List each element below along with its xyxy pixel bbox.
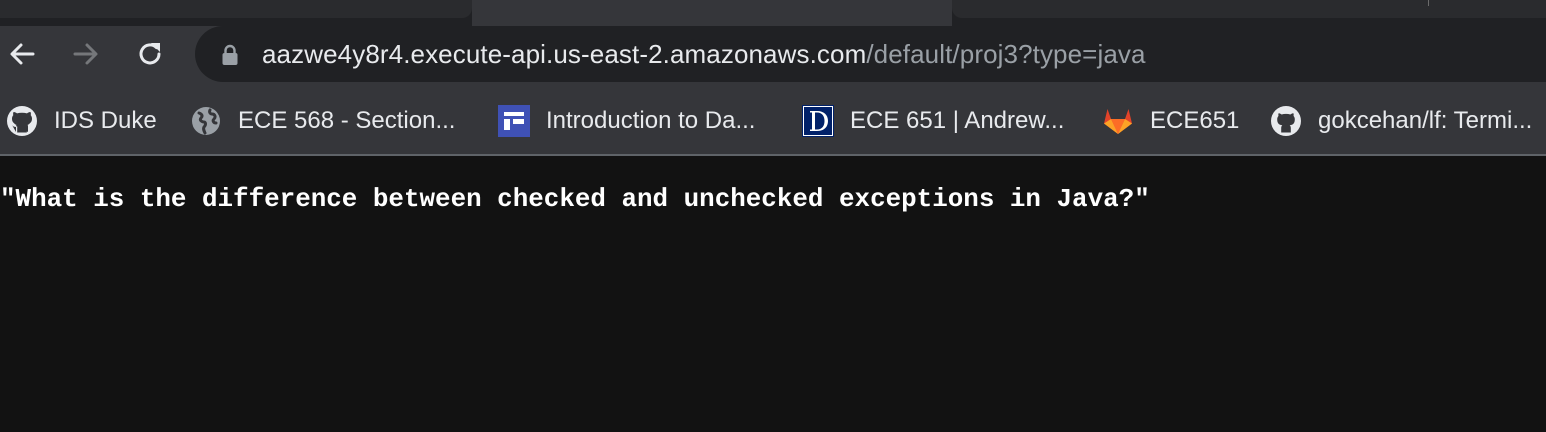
blue-page-icon bbox=[498, 105, 530, 137]
bookmark-label: ECE 651 | Andrew... bbox=[850, 107, 1065, 134]
back-button[interactable] bbox=[2, 34, 42, 74]
bookmark-ece-568[interactable]: ECE 568 - Section... bbox=[190, 104, 455, 138]
bookmark-label: gokcehan/lf: Termi... bbox=[1318, 107, 1533, 134]
tab-right[interactable] bbox=[952, 0, 1546, 18]
bookmark-label: Introduction to Da... bbox=[546, 107, 756, 134]
address-bar[interactable]: aazwe4y8r4.execute-api.us-east-2.amazona… bbox=[195, 26, 1546, 82]
bookmarks-bar: IDS Duke ECE 568 - Section... Introducti… bbox=[0, 84, 1546, 156]
toolbar: aazwe4y8r4.execute-api.us-east-2.amazona… bbox=[0, 26, 1546, 84]
arrow-left-icon bbox=[10, 43, 35, 65]
response-text: "What is the difference between checked … bbox=[0, 184, 1150, 214]
tab-active[interactable] bbox=[472, 0, 952, 26]
bookmark-introduction-to-da[interactable]: Introduction to Da... bbox=[498, 104, 755, 138]
bookmark-label: ECE 568 - Section... bbox=[238, 107, 456, 134]
github-icon bbox=[1270, 105, 1302, 137]
tab-divider bbox=[1428, 0, 1429, 6]
globe-icon bbox=[190, 105, 222, 137]
bookmark-gokcehan-lf[interactable]: gokcehan/lf: Termi... bbox=[1270, 104, 1532, 138]
gitlab-icon bbox=[1102, 105, 1134, 137]
bookmark-label: IDS Duke bbox=[54, 107, 157, 134]
url-path: /default/proj3?type=java bbox=[866, 39, 1146, 69]
reload-button[interactable] bbox=[130, 34, 170, 74]
reload-icon bbox=[139, 43, 161, 65]
duke-d-icon bbox=[802, 105, 834, 137]
url-host: aazwe4y8r4.execute-api.us-east-2.amazona… bbox=[262, 39, 867, 69]
bookmark-ece-651-andrew[interactable]: ECE 651 | Andrew... bbox=[802, 104, 1064, 138]
browser-window: aazwe4y8r4.execute-api.us-east-2.amazona… bbox=[0, 0, 1546, 432]
lock-icon[interactable] bbox=[221, 44, 239, 66]
bookmark-label: ECE651 bbox=[1150, 107, 1240, 134]
bookmark-ece651[interactable]: ECE651 bbox=[1102, 104, 1239, 138]
forward-button[interactable] bbox=[66, 34, 106, 74]
tab-strip bbox=[0, 0, 1546, 26]
github-icon bbox=[6, 105, 38, 137]
page-content: "What is the difference between checked … bbox=[0, 156, 1546, 432]
bookmark-ids-duke[interactable]: IDS Duke bbox=[6, 104, 157, 138]
tab-left[interactable] bbox=[0, 0, 472, 18]
url-text[interactable]: aazwe4y8r4.execute-api.us-east-2.amazona… bbox=[262, 38, 1146, 70]
arrow-right-icon bbox=[73, 43, 98, 65]
